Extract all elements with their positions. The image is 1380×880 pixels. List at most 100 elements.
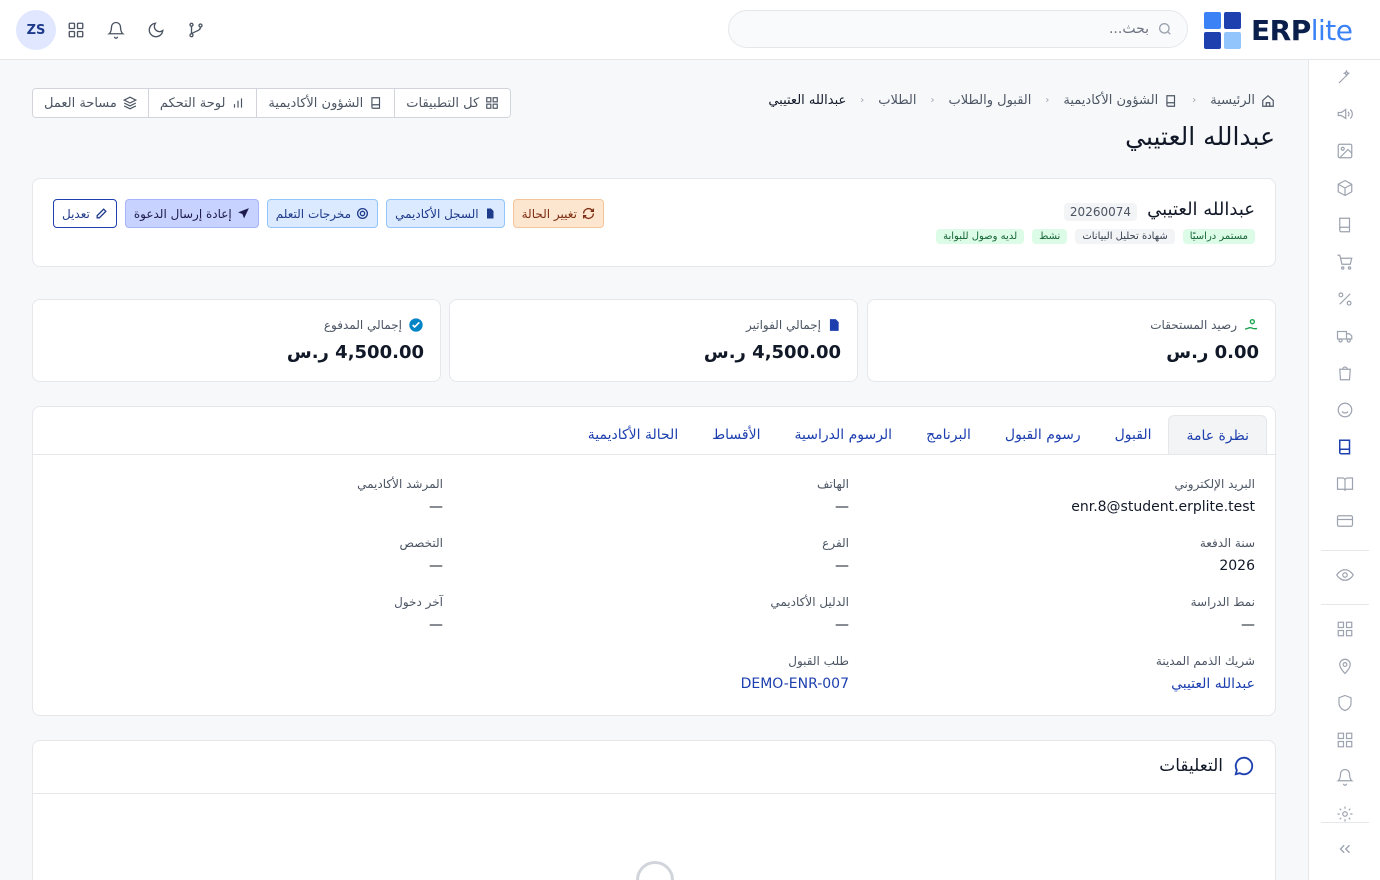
cart-icon[interactable] bbox=[1333, 250, 1357, 274]
academic-affairs-button[interactable]: الشؤون الأكاديمية bbox=[256, 89, 395, 117]
portal-access-badge: لديه وصول للبوابة bbox=[936, 229, 1025, 244]
quick-links: كل التطبيقات الشؤون الأكاديمية لوحة التح… bbox=[32, 88, 512, 118]
comments-title: التعليقات bbox=[1159, 756, 1223, 776]
tab-overview[interactable]: نظرة عامة bbox=[1168, 415, 1267, 455]
resend-invite-button[interactable]: إعادة إرسال الدعوة bbox=[124, 199, 259, 228]
wand-icon[interactable] bbox=[1333, 65, 1357, 89]
breadcrumb-current: عبدالله العتيبي bbox=[768, 93, 847, 108]
dashboard-button[interactable]: لوحة التحكم bbox=[147, 89, 257, 117]
tab-tuition[interactable]: الرسوم الدراسية bbox=[778, 415, 910, 455]
search-icon bbox=[1157, 21, 1173, 37]
change-status-button[interactable]: تغيير الحالة bbox=[512, 199, 604, 228]
student-id: 20260074 bbox=[1063, 203, 1137, 221]
bell-icon[interactable] bbox=[1333, 765, 1357, 789]
breadcrumb-admissions[interactable]: القبول والطلاب bbox=[949, 93, 1032, 108]
breadcrumb-students[interactable]: الطلاب bbox=[878, 93, 916, 108]
tab-installments[interactable]: الأقساط bbox=[695, 415, 777, 455]
tab-admission[interactable]: القبول bbox=[1098, 415, 1169, 455]
stat-label: رصيد المستحقات bbox=[1150, 317, 1259, 333]
money-hand-icon bbox=[1243, 317, 1259, 333]
stat-value: 0.00 ر.س bbox=[1166, 342, 1259, 363]
field-last-login: آخر دخول — bbox=[394, 595, 443, 633]
git-branch-icon[interactable] bbox=[176, 10, 216, 50]
active-badge: نشط bbox=[1032, 229, 1068, 244]
search-box[interactable] bbox=[728, 10, 1188, 48]
book-icon bbox=[369, 96, 383, 110]
field-major: التخصص — bbox=[399, 536, 443, 574]
field-receivable-partner: شريك الذمم المدينة عبدالله العتيبي bbox=[875, 654, 1255, 692]
bar-chart-icon bbox=[231, 96, 245, 110]
tab-program[interactable]: البرنامج bbox=[909, 415, 988, 455]
breadcrumb-separator: ‹ bbox=[860, 95, 865, 106]
student-book-icon[interactable] bbox=[1333, 435, 1357, 459]
breadcrumb-separator: ‹ bbox=[1045, 95, 1050, 106]
map-pin-icon[interactable] bbox=[1333, 654, 1357, 678]
field-branch: الفرع — bbox=[822, 536, 849, 574]
edit-button[interactable]: تعديل bbox=[53, 199, 117, 228]
book-icon[interactable] bbox=[1333, 213, 1357, 237]
header-actions: تغيير الحالة السجل الأكاديمي مخرجات التع… bbox=[53, 199, 604, 228]
box-icon[interactable] bbox=[1333, 176, 1357, 200]
book-icon bbox=[1164, 94, 1178, 108]
layers-icon bbox=[122, 96, 137, 110]
invoices-stat-card: إجمالي الفواتير 4,500.00 ر.س bbox=[449, 299, 858, 382]
brand-mark-icon bbox=[1204, 12, 1241, 49]
learning-outcomes-button[interactable]: مخرجات التعلم bbox=[266, 199, 379, 228]
invoice-icon bbox=[827, 317, 841, 333]
admission-request-link[interactable]: DEMO-ENR-007 bbox=[469, 676, 849, 692]
academic-record-button[interactable]: السجل الأكاديمي bbox=[386, 199, 505, 228]
breadcrumb-home[interactable]: الرئيسية bbox=[1210, 93, 1275, 108]
edit-icon bbox=[95, 207, 108, 220]
moon-icon[interactable] bbox=[136, 10, 176, 50]
field-email: البريد الإلكتروني enr.8@student.erplite.… bbox=[1071, 477, 1255, 515]
percent-icon[interactable] bbox=[1333, 287, 1357, 311]
grid-icon[interactable] bbox=[1333, 617, 1357, 641]
program-badge: شهادة تحليل البيانات bbox=[1075, 229, 1175, 244]
field-academic-guide: الدليل الأكاديمي — bbox=[770, 595, 849, 633]
image-icon[interactable] bbox=[1333, 139, 1357, 163]
chevrons-left-icon[interactable] bbox=[1333, 837, 1357, 861]
brand-logo[interactable]: ERPlite bbox=[1204, 12, 1353, 49]
bell-icon[interactable] bbox=[96, 10, 136, 50]
search-input[interactable] bbox=[743, 21, 1149, 37]
field-cohort-year: سنة الدفعة 2026 bbox=[1199, 536, 1255, 574]
truck-icon[interactable] bbox=[1333, 324, 1357, 348]
balance-stat-card: رصيد المستحقات 0.00 ر.س bbox=[867, 299, 1276, 382]
tab-admission-fees[interactable]: رسوم القبول bbox=[988, 415, 1098, 455]
refresh-icon bbox=[582, 207, 595, 220]
paid-stat-card: إجمالي المدفوع 4,500.00 ر.س bbox=[32, 299, 441, 382]
open-book-icon[interactable] bbox=[1333, 472, 1357, 496]
comments-header: التعليقات bbox=[1159, 755, 1255, 777]
rail-divider bbox=[1321, 604, 1369, 605]
megaphone-icon[interactable] bbox=[1333, 102, 1357, 126]
side-rail bbox=[1308, 60, 1380, 880]
receivable-partner-link[interactable]: عبدالله العتيبي bbox=[875, 676, 1255, 692]
breadcrumb: الرئيسية ‹ الشؤون الأكاديمية ‹ القبول وا… bbox=[768, 93, 1275, 108]
breadcrumb-academic[interactable]: الشؤون الأكاديمية bbox=[1063, 93, 1178, 108]
all-apps-button[interactable]: كل التطبيقات bbox=[394, 89, 511, 117]
tab-academic-status[interactable]: الحالة الأكاديمية bbox=[571, 415, 695, 455]
field-study-mode: نمط الدراسة — bbox=[1190, 595, 1255, 633]
comments-divider bbox=[33, 793, 1275, 794]
workspace-button[interactable]: مساحة العمل bbox=[33, 89, 148, 117]
stat-label: إجمالي المدفوع bbox=[324, 317, 424, 333]
credit-card-icon[interactable] bbox=[1333, 509, 1357, 533]
apps-grid-icon[interactable] bbox=[56, 10, 96, 50]
rail-divider bbox=[1321, 550, 1369, 551]
grid-icon[interactable] bbox=[1333, 728, 1357, 752]
stat-label: إجمالي الفواتير bbox=[746, 317, 841, 333]
shield-icon[interactable] bbox=[1333, 691, 1357, 715]
home-icon bbox=[1261, 94, 1275, 108]
status-badge: مستمر دراسيًا bbox=[1182, 229, 1255, 244]
page-title: عبدالله العتيبي bbox=[1125, 122, 1275, 151]
smile-icon[interactable] bbox=[1333, 398, 1357, 422]
field-advisor: المرشد الأكاديمي — bbox=[357, 477, 443, 515]
field-phone: الهاتف — bbox=[817, 477, 849, 515]
file-icon bbox=[484, 207, 496, 220]
shopping-bag-icon[interactable] bbox=[1333, 361, 1357, 385]
field-admission-request: طلب القبول DEMO-ENR-007 bbox=[469, 654, 849, 692]
eye-icon[interactable] bbox=[1333, 563, 1357, 587]
user-avatar[interactable]: ZS bbox=[16, 10, 56, 50]
student-name: عبدالله العتيبي bbox=[1147, 199, 1255, 220]
stat-value: 4,500.00 ر.س bbox=[703, 342, 841, 363]
